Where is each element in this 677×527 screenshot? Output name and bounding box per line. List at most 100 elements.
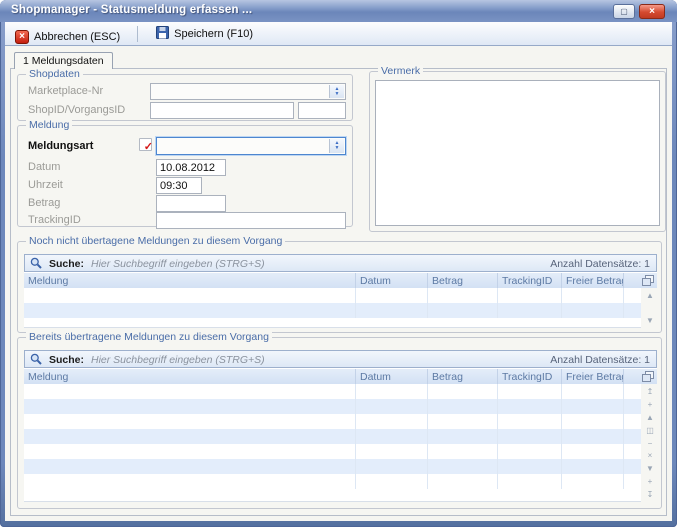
table-cell (498, 474, 562, 489)
table-row[interactable] (24, 288, 641, 303)
transferred-header: MeldungDatumBetragTrackingIDFreier Betra… (24, 368, 657, 384)
last-record-icon[interactable]: ↧ (647, 490, 654, 499)
table-cell (428, 429, 498, 444)
pending-search-bar[interactable]: Suche: Hier Suchbegriff eingeben (STRG+S… (24, 254, 657, 272)
table-cell (562, 444, 624, 459)
column-header-betrag[interactable]: Betrag (428, 369, 498, 384)
close-button[interactable]: × (639, 4, 665, 19)
trackingid-field[interactable] (156, 212, 346, 229)
table-cell (356, 303, 428, 318)
table-cell (562, 384, 624, 399)
uhrzeit-field[interactable] (156, 177, 202, 194)
table-cell (356, 444, 428, 459)
first-record-icon[interactable]: ↥ (647, 387, 654, 396)
toolbar: × Abbrechen (ESC) Speichern (F10) (5, 22, 672, 46)
titlebar[interactable]: Shopmanager - Statusmeldung erfassen ...… (0, 0, 677, 22)
marketplace-dropdown-arrows-icon[interactable]: ▲▼ (329, 85, 344, 98)
save-disk-icon (156, 26, 169, 42)
marketplace-nr-dropdown[interactable]: ▲▼ (150, 83, 346, 100)
column-header-meldung[interactable]: Meldung (24, 369, 356, 384)
uhrzeit-label: Uhrzeit (28, 179, 63, 191)
table-row[interactable] (24, 459, 641, 474)
cancel-button[interactable]: × Abbrechen (ESC) (9, 27, 126, 47)
table-row[interactable] (24, 399, 641, 414)
table-cell (562, 429, 624, 444)
table-cell (356, 429, 428, 444)
edit-record-icon[interactable]: ◫ (646, 426, 654, 435)
table-cell-filler (624, 444, 641, 459)
next-record-icon[interactable]: ▼ (646, 464, 654, 473)
table-cell (428, 474, 498, 489)
betrag-field[interactable] (156, 195, 226, 212)
insert-record-icon[interactable]: + (648, 400, 653, 409)
vorgangsid-field[interactable] (298, 102, 346, 119)
column-chooser-icon[interactable] (624, 273, 657, 288)
scroll-up-icon[interactable]: ▲ (646, 291, 654, 300)
prior-record-icon[interactable]: ▲ (646, 413, 654, 422)
column-header-trackingid[interactable]: TrackingID (498, 369, 562, 384)
window-title: Shopmanager - Statusmeldung erfassen ... (11, 4, 252, 16)
table-row[interactable] (24, 429, 641, 444)
table-cell (356, 414, 428, 429)
table-row[interactable] (24, 303, 641, 318)
transferred-search-bar[interactable]: Suche: Hier Suchbegriff eingeben (STRG+S… (24, 350, 657, 368)
pending-scroll-strip: ▲▼ (643, 291, 657, 325)
table-cell (498, 414, 562, 429)
table-cell (24, 429, 356, 444)
betrag-label: Betrag (28, 197, 60, 209)
group-pending-messages: Noch nicht übertagene Meldungen zu diese… (17, 241, 662, 333)
post-edit-icon[interactable]: + (648, 477, 653, 486)
table-cell (428, 288, 498, 303)
table-row[interactable] (24, 474, 641, 489)
table-cell (498, 303, 562, 318)
delete-record-icon[interactable]: − (648, 439, 653, 448)
table-cell (24, 384, 356, 399)
table-cell (24, 303, 356, 318)
group-vermerk-title: Vermerk (378, 65, 423, 77)
table-cell (562, 414, 624, 429)
shopid-field[interactable] (150, 102, 294, 119)
tab-meldungsdaten[interactable]: 1 Meldungsdaten (14, 52, 113, 69)
save-button[interactable]: Speichern (F10) (150, 24, 259, 44)
meldungsart-dropdown-arrows-icon[interactable]: ▲▼ (329, 139, 344, 153)
trackingid-label: TrackingID (28, 214, 81, 226)
table-row[interactable] (24, 444, 641, 459)
column-header-meldung[interactable]: Meldung (24, 273, 356, 288)
pending-record-count: Anzahl Datensätze: 1 (550, 258, 650, 270)
table-cell (356, 384, 428, 399)
column-header-betrag[interactable]: Betrag (428, 273, 498, 288)
tab-page: Shopdaten Marketplace-Nr ▲▼ ShopID/Vorga… (10, 68, 667, 516)
table-row[interactable] (24, 384, 641, 399)
table-cell (428, 444, 498, 459)
required-field-check-icon: ✓ (139, 138, 152, 151)
group-transferred-messages: Bereits übertragene Meldungen zu diesem … (17, 337, 662, 509)
transferred-nav-strip: ↥ + ▲ ◫ − × ▼ + ↧ (643, 387, 657, 499)
table-cell (356, 459, 428, 474)
cancel-x-icon: × (15, 30, 29, 44)
cancel-button-label: Abbrechen (ESC) (34, 31, 120, 43)
vermerk-textarea[interactable] (375, 80, 660, 226)
column-header-datum[interactable]: Datum (356, 369, 428, 384)
table-cell-filler (624, 288, 641, 303)
meldungsart-dropdown[interactable]: ▲▼ (156, 137, 346, 155)
pending-header: MeldungDatumBetragTrackingIDFreier Betra… (24, 272, 657, 288)
column-header-freier-betrag[interactable]: Freier Betrag (562, 273, 624, 288)
table-cell-filler (624, 474, 641, 489)
table-cell (24, 399, 356, 414)
datum-field[interactable] (156, 159, 226, 176)
table-cell (428, 399, 498, 414)
group-pending-title: Noch nicht übertagene Meldungen zu diese… (26, 235, 285, 247)
meldungsart-label: Meldungsart (28, 140, 93, 152)
column-header-trackingid[interactable]: TrackingID (498, 273, 562, 288)
maximize-button[interactable]: ▢ (613, 4, 635, 19)
table-cell (428, 459, 498, 474)
cancel-edit-icon[interactable]: × (648, 451, 653, 460)
scroll-down-icon[interactable]: ▼ (646, 316, 654, 325)
table-cell (356, 474, 428, 489)
toolbar-separator (137, 26, 138, 42)
column-header-datum[interactable]: Datum (356, 273, 428, 288)
column-header-freier-betrag[interactable]: Freier Betrag (562, 369, 624, 384)
table-cell (24, 474, 356, 489)
table-row[interactable] (24, 414, 641, 429)
column-chooser-icon[interactable] (624, 369, 657, 384)
